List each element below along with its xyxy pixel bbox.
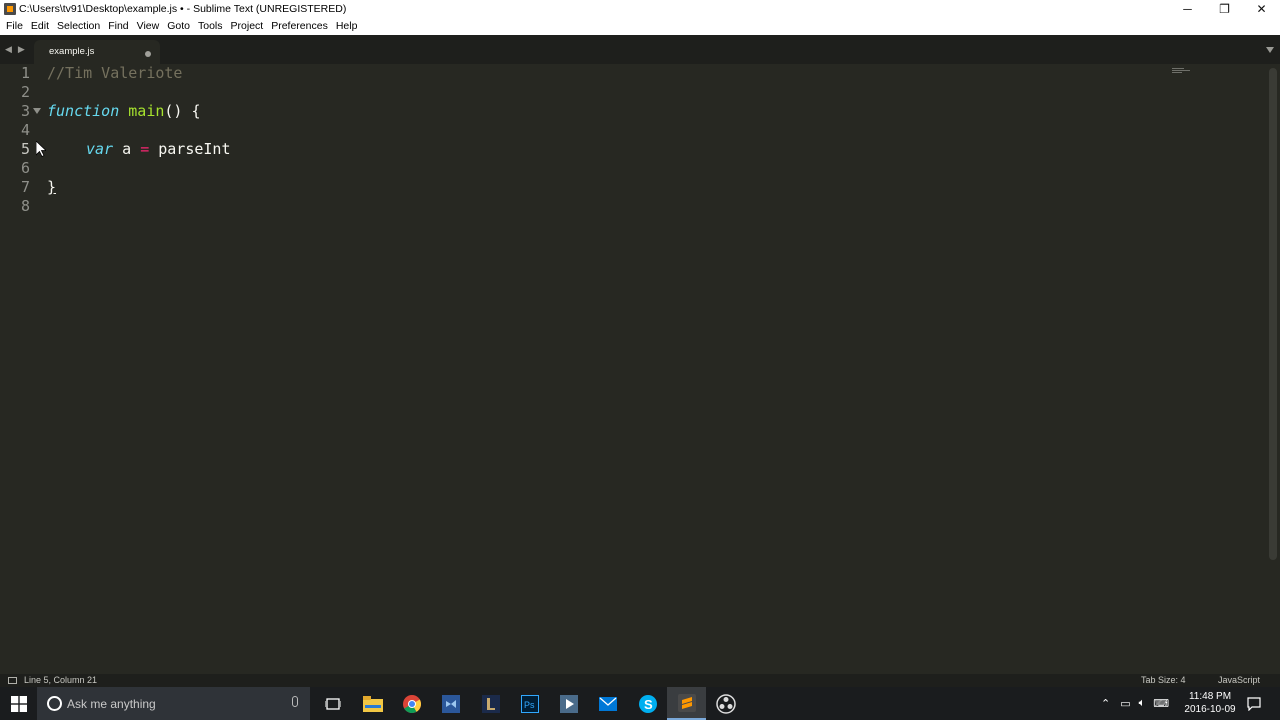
visual-studio-icon[interactable] [431, 687, 470, 720]
code-line: 6 [0, 159, 1200, 178]
function-signature: () { [164, 102, 201, 120]
photoshop-icon[interactable]: Ps [510, 687, 549, 720]
window-controls: ─ ❐ ✕ [1169, 0, 1280, 18]
code-line: 7 } [0, 178, 1200, 197]
clock-date: 2016-10-09 [1184, 704, 1236, 715]
network-icon[interactable]: ▭ [1120, 697, 1130, 710]
line-number: 6 [20, 159, 30, 177]
sublime-app-icon [4, 3, 16, 15]
search-placeholder: Ask me anything [67, 697, 156, 711]
line-number: 7 [20, 178, 30, 196]
menu-help[interactable]: Help [332, 18, 362, 35]
line-number: 8 [20, 197, 30, 215]
line-number: 1 [20, 64, 30, 82]
keyword-function: function [47, 102, 120, 120]
line-number: 5 [20, 140, 30, 158]
obs-icon[interactable] [706, 687, 745, 720]
tab-next-icon[interactable]: ▶ [18, 44, 25, 55]
menu-tools[interactable]: Tools [194, 18, 227, 35]
title-bar: C:\Users\tv91\Desktop\example.js • - Sub… [0, 0, 1280, 18]
menu-project[interactable]: Project [227, 18, 268, 35]
tab-prev-icon[interactable]: ◀ [5, 44, 12, 55]
code-line: 5 var a = parseInt [0, 140, 1200, 159]
menu-bar: File Edit Selection Find View Goto Tools… [0, 18, 1280, 35]
close-button[interactable]: ✕ [1243, 0, 1280, 18]
tab-label: example.js [49, 46, 95, 57]
tab-bar: ◀ ▶ example.js [0, 35, 1280, 64]
line-number: 3 [20, 102, 30, 120]
code-line: 1 //Tim Valeriote [0, 64, 1200, 83]
maximize-button[interactable]: ❐ [1206, 0, 1243, 18]
comment-text: //Tim Valeriote [47, 64, 183, 82]
closing-brace: } [47, 178, 57, 196]
task-view-icon[interactable] [313, 687, 352, 720]
mail-icon[interactable] [588, 687, 627, 720]
sublime-text-icon[interactable] [667, 687, 706, 720]
svg-text:S: S [644, 697, 653, 712]
menu-find[interactable]: Find [104, 18, 132, 35]
keyboard-icon[interactable]: ⌨︎ [1153, 697, 1169, 710]
microphone-icon[interactable] [292, 696, 298, 707]
svg-text:Ps: Ps [524, 700, 535, 710]
function-name: main [128, 102, 165, 120]
keyword-var: var [86, 140, 114, 158]
taskbar: Ask me anything Ps S ⌃ ▭ 🔈︎ ⌨︎ 11:48 PM [0, 687, 1280, 720]
skype-icon[interactable]: S [628, 687, 667, 720]
menu-edit[interactable]: Edit [27, 18, 53, 35]
menu-goto[interactable]: Goto [163, 18, 194, 35]
media-player-icon[interactable] [549, 687, 588, 720]
unsaved-dot-icon[interactable] [145, 51, 151, 57]
tab-example-js[interactable]: example.js [34, 40, 160, 64]
cortana-search-box[interactable]: Ask me anything [37, 687, 310, 720]
clock-time: 11:48 PM [1188, 691, 1232, 702]
syntax-indicator[interactable]: JavaScript [1218, 675, 1260, 685]
code-text: function main() { [47, 102, 201, 121]
operator: = [140, 140, 150, 158]
menu-file[interactable]: File [2, 18, 27, 35]
tab-list-dropdown-icon[interactable] [1266, 47, 1274, 53]
line-number: 2 [20, 83, 30, 101]
menu-selection[interactable]: Selection [53, 18, 104, 35]
tab-size-indicator[interactable]: Tab Size: 4 [1141, 675, 1186, 685]
action-center-icon[interactable] [1247, 687, 1261, 720]
window-title: C:\Users\tv91\Desktop\example.js • - Sub… [19, 3, 347, 15]
call-name: parseInt [158, 140, 231, 158]
file-explorer-icon[interactable] [353, 687, 392, 720]
menu-view[interactable]: View [133, 18, 164, 35]
code-line: 3 function main() { [0, 102, 1200, 121]
chrome-icon[interactable] [392, 687, 431, 720]
system-tray: ⌃ ▭ 🔈︎ ⌨︎ [1101, 687, 1169, 720]
line-number: 4 [20, 121, 30, 139]
cortana-icon [47, 696, 62, 711]
taskbar-clock[interactable]: 11:48 PM 2016-10-09 [1180, 690, 1240, 716]
show-hidden-icons-icon[interactable]: ⌃ [1101, 697, 1110, 710]
cursor-position: Line 5, Column 21 [24, 675, 98, 685]
start-button[interactable] [0, 687, 37, 720]
lol-icon[interactable] [471, 687, 510, 720]
vertical-scrollbar[interactable] [1269, 68, 1277, 560]
fold-arrow-icon[interactable] [33, 108, 41, 114]
volume-icon[interactable]: 🔈︎ [1139, 697, 1146, 710]
minimize-button[interactable]: ─ [1169, 0, 1206, 18]
status-bar: Line 5, Column 21 Tab Size: 4 JavaScript [0, 674, 1280, 687]
panel-toggle-icon[interactable] [8, 677, 17, 684]
identifier: a [122, 140, 132, 158]
menu-preferences[interactable]: Preferences [267, 18, 332, 35]
minimap[interactable] [1172, 68, 1190, 74]
code-line: 2 [0, 83, 1200, 102]
code-text: var a = parseInt [86, 140, 231, 159]
windows-logo-icon [10, 695, 27, 712]
code-editor[interactable]: 1 //Tim Valeriote 2 3 function main() { … [0, 64, 1280, 674]
code-line: 8 [0, 197, 1200, 216]
tab-navigation: ◀ ▶ [5, 44, 25, 55]
code-line: 4 [0, 121, 1200, 140]
